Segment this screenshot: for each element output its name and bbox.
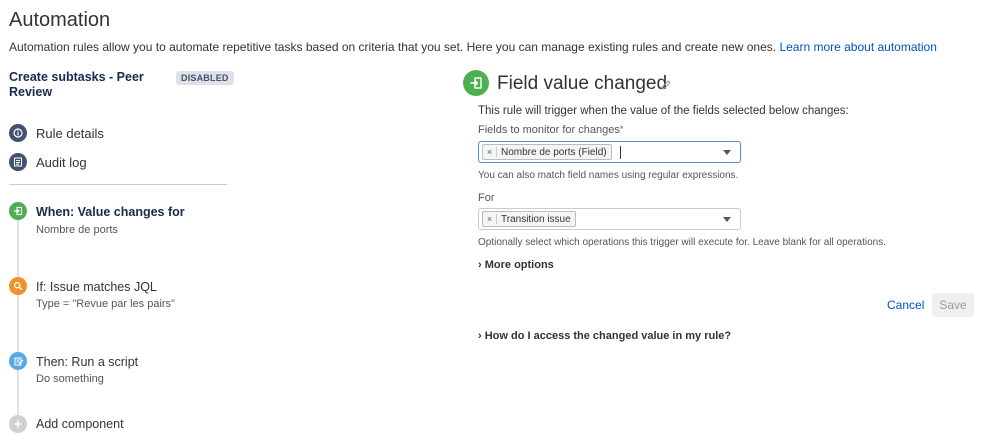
step-condition-subtitle: Type = "Revue par les pairs"	[36, 298, 175, 310]
fields-select[interactable]: × Nombre de ports (Field)	[478, 141, 741, 163]
plus-icon	[9, 415, 27, 433]
cancel-button[interactable]: Cancel	[887, 298, 924, 312]
search-icon	[9, 277, 27, 295]
step-action-title: Then: Run a script	[36, 355, 139, 369]
faq-label: How do I access the changed value in my …	[484, 330, 732, 342]
nav-rule-details-label: Rule details	[36, 125, 104, 141]
timeline-line	[17, 218, 19, 423]
field-chip-label: Nombre de ports (Field)	[501, 146, 607, 158]
panel-title: Field value changed	[497, 73, 668, 94]
required-marker: *	[619, 124, 624, 134]
info-icon	[9, 124, 27, 142]
faq-toggle[interactable]: › How do I access the changed value in m…	[478, 330, 731, 342]
nav-divider	[9, 184, 227, 185]
nav-audit-log[interactable]: Audit log	[9, 152, 87, 172]
step-trigger-title: When: Value changes for	[36, 205, 185, 219]
text-cursor	[619, 145, 621, 159]
for-chip: × Transition issue	[482, 211, 576, 227]
step-condition-title: If: Issue matches JQL	[36, 280, 157, 294]
step-trigger-subtitle: Nombre de ports	[36, 224, 118, 236]
add-component-label: Add component	[36, 417, 124, 431]
list-icon	[9, 153, 27, 171]
chevron-down-icon[interactable]	[723, 150, 731, 155]
for-chip-label: Transition issue	[501, 213, 571, 225]
fields-help-text: You can also match field names using reg…	[478, 170, 739, 181]
save-button[interactable]: Save	[932, 293, 974, 317]
intro-description: Automation rules allow you to automate r…	[9, 40, 777, 54]
chip-remove-icon[interactable]: ×	[483, 214, 497, 224]
intro-text: Automation rules allow you to automate r…	[9, 40, 937, 54]
field-chip: × Nombre de ports (Field)	[482, 144, 612, 160]
fields-label: Fields to monitor for changes*	[478, 124, 623, 136]
add-component-button[interactable]: Add component	[9, 415, 229, 435]
enter-icon	[9, 202, 27, 220]
nav-audit-log-label: Audit log	[36, 154, 87, 170]
learn-more-link[interactable]: Learn more about automation	[779, 40, 936, 54]
chip-remove-icon[interactable]: ×	[483, 147, 497, 157]
more-options-label: More options	[484, 259, 554, 271]
more-options-toggle[interactable]: › More options	[478, 259, 554, 271]
status-badge: DISABLED	[176, 71, 234, 85]
nav-rule-details[interactable]: Rule details	[9, 123, 104, 143]
for-help-text: Optionally select which operations this …	[478, 237, 886, 248]
rule-name: Create subtasks - Peer Review	[9, 70, 144, 99]
chevron-down-icon[interactable]	[723, 217, 731, 222]
page-title: Automation	[9, 9, 111, 31]
chevron-right-icon: ›	[478, 330, 482, 342]
chevron-right-icon: ›	[478, 259, 482, 271]
fields-label-text: Fields to monitor for changes	[478, 124, 620, 136]
for-select[interactable]: × Transition issue	[478, 208, 741, 230]
for-label: For	[478, 192, 495, 204]
script-icon	[9, 352, 27, 370]
panel-description: This rule will trigger when the value of…	[478, 105, 849, 117]
trigger-enter-icon	[463, 70, 489, 96]
step-action-subtitle: Do something	[36, 373, 104, 385]
pencil-icon[interactable]	[660, 78, 672, 96]
